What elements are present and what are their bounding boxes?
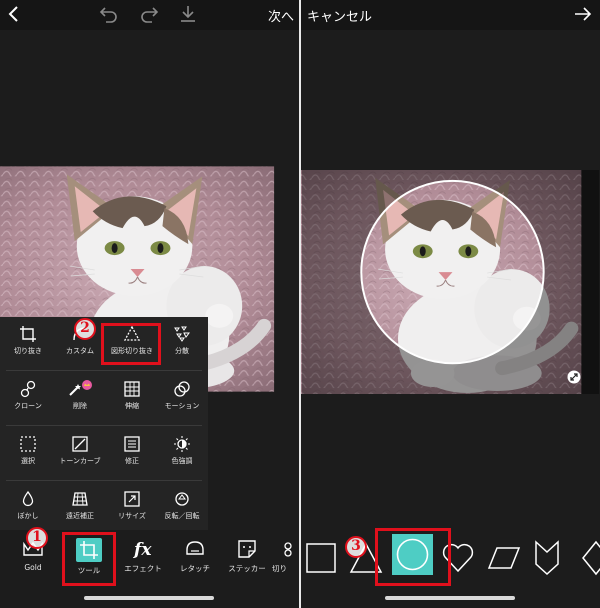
tool-label: 削除 [73,402,87,410]
tool-crop[interactable]: 切り抜き [2,317,54,369]
highlight-tool [62,532,116,586]
tool-select[interactable]: 選択 [2,427,54,479]
motion-icon [174,381,190,397]
redo-icon[interactable] [138,4,160,28]
adjust-icon [124,436,140,452]
tool-perspective[interactable]: 遠近補正 [54,482,106,534]
download-icon[interactable] [178,4,198,28]
step-3-badge: 3 [345,536,367,558]
tool-label: 切り抜き [14,347,42,355]
tool-motion[interactable]: モーション [156,372,208,424]
sticker-icon [238,540,256,558]
square-shape-icon[interactable] [305,542,337,574]
right-screen: キャンセル 3 [301,0,600,608]
nav-cutout[interactable]: 切り [272,538,299,574]
next-button[interactable]: 次へ [268,6,294,25]
top-bar: 次へ [0,0,299,30]
tool-label: 伸縮 [125,402,139,410]
highlight-circle-shape [375,528,451,586]
perspective-icon [72,492,88,506]
parallelogram-shape-icon[interactable] [487,545,521,571]
diamond-shape-icon[interactable] [581,540,600,576]
nav-label: Gold [24,563,42,572]
divider [6,425,202,426]
remove-icon [69,380,92,396]
undo-icon[interactable] [98,4,120,28]
nav-effect[interactable]: fx エフェクト [116,538,170,574]
tool-label: 反転／回転 [164,512,200,520]
tool-resize[interactable]: リサイズ [106,482,158,534]
tool-stretch[interactable]: 伸縮 [106,372,158,424]
tool-remove[interactable]: 削除 [54,372,106,424]
tool-label: トーンカーブ [59,457,101,465]
step-2-badge: 2 [74,318,96,340]
divider [6,480,202,481]
svg-text:fx: fx [133,540,152,560]
nav-label: 切り [272,564,287,573]
resize-icon [124,491,140,507]
stretch-icon [124,381,140,397]
nav-label: ステッカー [228,564,266,573]
disperse-icon [174,326,190,342]
select-icon [20,436,36,452]
tool-label: クローン [14,402,42,410]
tool-label: 遠近補正 [66,512,94,520]
fx-icon: fx [133,540,152,560]
nav-label: レタッチ [180,564,210,573]
resize-handle-icon[interactable] [567,370,581,384]
arrow-right-icon[interactable] [573,4,593,28]
tool-label: ぼかし [17,512,39,520]
retouch-icon [186,541,204,555]
tool-label: カスタム [66,347,94,355]
home-indicator [385,596,515,600]
tool-label: 色強調 [171,457,193,465]
blur-icon [22,490,34,507]
back-chevron-icon[interactable] [6,4,22,28]
tool-adjust[interactable]: 修正 [106,427,158,479]
clone-icon [20,380,36,398]
cat-photo [301,170,600,394]
home-indicator [84,596,214,600]
tool-clone[interactable]: クローン [2,372,54,424]
cutout-icon [283,542,292,557]
step-1-badge: 1 [26,527,48,549]
tool-label: モーション [164,402,200,410]
highlight-shape-crop [101,323,161,365]
tool-label: 分散 [175,347,189,355]
tool-label: 修正 [125,457,139,465]
tool-disperse[interactable]: 分散 [156,317,208,369]
flip-rotate-icon [175,492,189,506]
divider [6,370,202,371]
left-screen: 次へ 切り抜き カスタム 図形切り抜き 分散 クローン 削除 伸縮 モーション … [0,0,299,608]
nav-label: エフェクト [124,564,162,573]
top-bar: キャンセル [301,0,600,30]
color-enhance-icon [174,436,190,452]
nav-sticker[interactable]: ステッカー [220,538,274,574]
nav-retouch[interactable]: レタッチ [168,538,222,574]
tool-label: 選択 [21,457,35,465]
tool-label: リサイズ [118,512,146,520]
crop-icon [20,326,36,342]
tool-flip-rotate[interactable]: 反転／回転 [156,482,208,534]
tool-color-enhance[interactable]: 色強調 [156,427,208,479]
tool-blur[interactable]: ぼかし [2,482,54,534]
chevron-shape-icon[interactable] [534,540,560,576]
tone-curve-icon [72,436,88,452]
cancel-button[interactable]: キャンセル [307,6,372,25]
tool-tone-curve[interactable]: トーンカーブ [54,427,106,479]
